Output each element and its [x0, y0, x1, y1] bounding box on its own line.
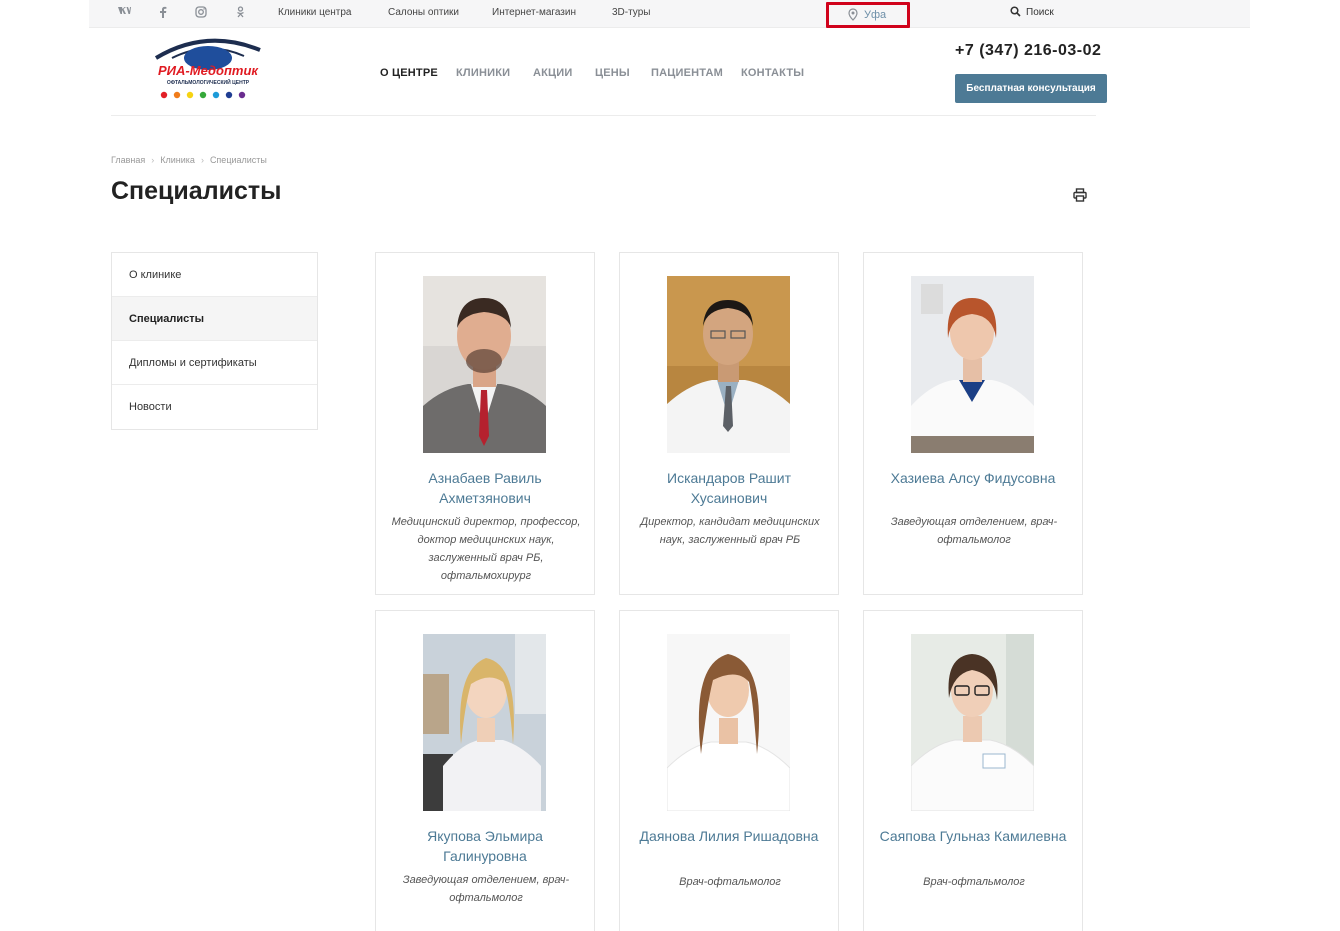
odnoklassniki-icon[interactable] [232, 6, 248, 22]
logo-subtitle: ОФТАЛЬМОЛОГИЧЕСКИЙ ЦЕНТР [167, 78, 250, 86]
logo[interactable]: РИА-Медоптик ОФТАЛЬМОЛОГИЧЕСКИЙ ЦЕНТР [148, 32, 269, 112]
specialist-role: Заведующая отделением, врач-офтальмолог [890, 516, 1058, 546]
search-label: Поиск [1026, 7, 1054, 18]
breadcrumb-clinic[interactable]: Клиника [160, 155, 195, 165]
facebook-icon[interactable] [155, 6, 171, 22]
specialist-name[interactable]: Даянова Лилия Ришадовна [628, 826, 830, 846]
specialist-role: Заведующая отделением, врач-офтальмолог [402, 874, 570, 904]
nav-promos[interactable]: АКЦИИ [533, 67, 573, 79]
breadcrumb-separator: › [200, 155, 204, 165]
specialist-card[interactable]: Искандаров Рашит Хусаинович Директор, ка… [619, 252, 839, 595]
page-title: Специалисты [111, 177, 282, 205]
print-icon[interactable] [1073, 188, 1087, 202]
toplink-optics[interactable]: Салоны оптики [388, 7, 459, 18]
specialist-photo[interactable] [423, 276, 546, 453]
sidemenu-item-diplomas[interactable]: Дипломы и сертификаты [112, 341, 317, 385]
nav-contacts[interactable]: КОНТАКТЫ [741, 67, 804, 79]
toplink-clinics[interactable]: Клиники центра [278, 7, 352, 18]
sidemenu-item-news[interactable]: Новости [112, 385, 317, 429]
specialist-photo[interactable] [911, 634, 1034, 811]
city-label: Уфа [864, 9, 887, 21]
specialist-photo[interactable] [667, 634, 790, 811]
specialist-role: Врач-офтальмолог [679, 876, 781, 888]
location-pin-icon [848, 8, 858, 26]
specialist-card[interactable]: Даянова Лилия Ришадовна Врач-офтальмолог [619, 610, 839, 931]
specialist-photo[interactable] [667, 276, 790, 453]
breadcrumb-separator: › [151, 155, 155, 165]
specialist-role: Врач-офтальмолог [923, 876, 1025, 888]
specialist-card[interactable]: Азнабаев Равиль Ахметзянович Медицинский… [375, 252, 595, 595]
toplink-shop[interactable]: Интернет-магазин [492, 7, 576, 18]
specialist-name[interactable]: Азнабаев Равиль Ахметзянович [384, 468, 586, 508]
specialist-photo[interactable] [911, 276, 1034, 453]
top-bar: Клиники центра Салоны оптики Интернет-ма… [89, 0, 1250, 28]
search-link[interactable]: Поиск [1010, 6, 1054, 18]
nav-patients[interactable]: ПАЦИЕНТАМ [651, 67, 723, 79]
specialist-name[interactable]: Якупова Эльмира Галинуровна [384, 826, 586, 866]
search-icon [1010, 6, 1021, 17]
logo-text: РИА-Медоптик [158, 63, 259, 78]
instagram-icon[interactable] [193, 6, 209, 22]
city-selector[interactable]: Уфа [826, 2, 910, 28]
header-divider [111, 115, 1096, 116]
specialist-card[interactable]: Саяпова Гульназ Камилевна Врач-офтальмол… [863, 610, 1083, 931]
sidemenu-item-specialists[interactable]: Специалисты [112, 297, 317, 341]
breadcrumb-home[interactable]: Главная [111, 155, 145, 165]
specialist-role: Директор, кандидат медицинских наук, зас… [640, 516, 820, 546]
specialist-photo[interactable] [423, 634, 546, 811]
toplink-3d-tours[interactable]: 3D-туры [612, 7, 650, 18]
nav-about[interactable]: О ЦЕНТРЕ [380, 67, 438, 79]
sidemenu-item-about[interactable]: О клинике [112, 253, 317, 297]
nav-clinics[interactable]: КЛИНИКИ [456, 67, 510, 79]
free-consultation-button[interactable]: Бесплатная консультация [955, 74, 1107, 103]
vk-icon[interactable] [116, 6, 132, 22]
breadcrumb: Главная › Клиника › Специалисты [111, 155, 267, 165]
specialist-card[interactable]: Якупова Эльмира Галинуровна Заведующая о… [375, 610, 595, 931]
specialist-card[interactable]: Хазиева Алсу Фидусовна Заведующая отделе… [863, 252, 1083, 595]
specialist-role: Медицинский директор, профессор, доктор … [391, 516, 581, 582]
breadcrumb-current: Специалисты [209, 155, 267, 165]
phone-number[interactable]: +7 (347) 216-03-02 [955, 42, 1101, 60]
specialist-name[interactable]: Саяпова Гульназ Камилевна [872, 826, 1074, 846]
nav-prices[interactable]: ЦЕНЫ [595, 67, 630, 79]
side-menu: О клинике Специалисты Дипломы и сертифик… [111, 252, 318, 430]
specialist-name[interactable]: Хазиева Алсу Фидусовна [872, 468, 1074, 488]
specialist-name[interactable]: Искандаров Рашит Хусаинович [628, 468, 830, 508]
